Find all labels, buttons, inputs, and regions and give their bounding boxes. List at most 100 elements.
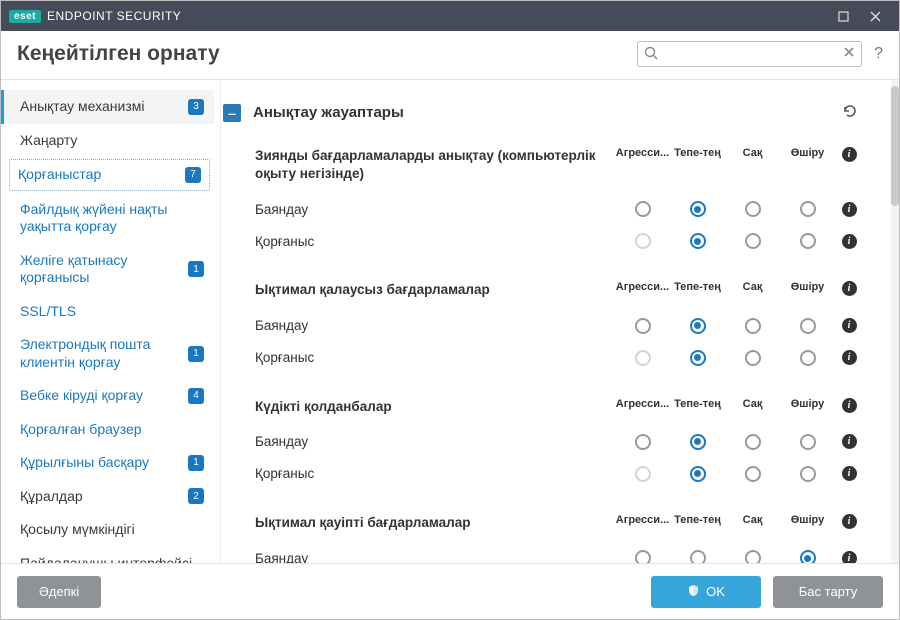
cancel-button[interactable]: Бас тарту	[773, 576, 883, 608]
info-icon[interactable]: i	[835, 514, 863, 529]
radio-option[interactable]	[690, 434, 706, 450]
radio-option[interactable]	[745, 233, 761, 249]
info-icon[interactable]: i	[835, 350, 863, 365]
sidebar-item-0[interactable]: Анықтау механизмі3	[1, 90, 214, 124]
column-head-0: Агресси...	[615, 398, 670, 410]
window-maximize-button[interactable]	[827, 1, 859, 31]
settings-group-3: Ықтимал қауіпті бағдарламаларАгресси...Т…	[221, 508, 875, 563]
radio-cell	[670, 350, 725, 366]
column-head-1: Тепе-тең	[670, 514, 725, 526]
radio-option[interactable]	[800, 233, 816, 249]
ok-button[interactable]: OK	[651, 576, 761, 608]
body: Анықтау механизмі3 Жаңарту Қорғаныстар7 Фай…	[1, 80, 899, 563]
radio-cell	[780, 434, 835, 450]
info-icon[interactable]: i	[835, 434, 863, 449]
radio-option[interactable]	[745, 318, 761, 334]
sidebar-item-3[interactable]: Файлдық жүйені нақты уақытта қорғау	[1, 193, 214, 244]
radio-option[interactable]	[635, 550, 651, 563]
radio-option[interactable]	[800, 318, 816, 334]
row-label: Баяндау	[255, 202, 615, 217]
sidebar-item-label: Файлдық жүйені нақты уақытта қорғау	[20, 201, 204, 236]
radio-option[interactable]	[800, 550, 816, 563]
sidebar-item-10[interactable]: Құралдар 2	[1, 480, 214, 514]
sidebar-badge: 2	[188, 488, 204, 504]
sidebar-item-7[interactable]: Вебке кіруді қорғау4	[1, 379, 214, 413]
radio-option[interactable]	[690, 350, 706, 366]
radio-cell	[670, 466, 725, 482]
sidebar-item-12[interactable]: Пайдаланушы интерфейсі	[1, 547, 214, 564]
titlebar: eset ENDPOINT SECURITY	[1, 1, 899, 31]
radio-cell	[725, 201, 780, 217]
vertical-scrollbar[interactable]	[891, 80, 899, 563]
undo-button[interactable]	[837, 98, 863, 127]
collapse-toggle[interactable]: –	[223, 104, 241, 122]
radio-cell	[615, 201, 670, 217]
info-icon[interactable]: i	[835, 234, 863, 249]
group-title: Ықтимал қауіпті бағдарламалар	[255, 514, 615, 532]
sidebar-item-label: Құралдар	[20, 488, 180, 506]
radio-option[interactable]	[800, 350, 816, 366]
radio-cell	[670, 233, 725, 249]
column-head-0: Агресси...	[615, 147, 670, 159]
radio-option[interactable]	[635, 318, 651, 334]
app-window: eset ENDPOINT SECURITY Кеңейтілген орнат…	[0, 0, 900, 620]
radio-option[interactable]	[745, 350, 761, 366]
content-scroll-area: – Анықтау жауаптары Зиянды бағдарламалар…	[221, 80, 891, 563]
sidebar-item-6[interactable]: Электрондық пошта клиентін қорғау1	[1, 328, 214, 379]
scrollbar-thumb[interactable]	[891, 86, 899, 206]
row-label: Қорғаныс	[255, 350, 615, 365]
column-head-0: Агресси...	[615, 281, 670, 293]
radio-option[interactable]	[745, 466, 761, 482]
radio-option[interactable]	[690, 466, 706, 482]
info-icon[interactable]: i	[835, 466, 863, 481]
radio-option	[635, 350, 651, 366]
sidebar-item-label: Жаңарту	[20, 132, 204, 150]
sidebar-badge: 1	[188, 346, 204, 362]
help-button[interactable]: ?	[874, 45, 883, 63]
info-icon[interactable]: i	[835, 318, 863, 333]
settings-row: Қорғанысi	[255, 225, 863, 257]
info-icon[interactable]: i	[835, 202, 863, 217]
product-name: ENDPOINT SECURITY	[47, 9, 181, 23]
search-clear-icon[interactable]	[842, 45, 856, 62]
brand: eset ENDPOINT SECURITY	[9, 9, 181, 23]
sidebar-item-4[interactable]: Желіге қатынасу қорғанысы1	[1, 244, 214, 295]
row-label: Қорғаныс	[255, 466, 615, 481]
default-button[interactable]: Әдепкі	[17, 576, 101, 608]
sidebar-item-2[interactable]: Қорғаныстар7	[9, 159, 210, 191]
sidebar-item-1[interactable]: Жаңарту	[1, 124, 214, 158]
sidebar-item-5[interactable]: SSL/TLS	[1, 295, 214, 329]
radio-option	[635, 466, 651, 482]
window-close-button[interactable]	[859, 1, 891, 31]
group-title: Зиянды бағдарламаларды анықтау (компьюте…	[255, 147, 615, 183]
info-icon[interactable]: i	[835, 551, 863, 563]
info-icon[interactable]: i	[835, 147, 863, 162]
radio-option[interactable]	[690, 550, 706, 563]
radio-option[interactable]	[800, 466, 816, 482]
sidebar-item-8[interactable]: Қорғалған браузер	[1, 413, 214, 447]
radio-option[interactable]	[800, 201, 816, 217]
info-icon[interactable]: i	[835, 398, 863, 413]
settings-row: Баяндау i	[255, 193, 863, 225]
radio-option[interactable]	[745, 201, 761, 217]
radio-option[interactable]	[690, 233, 706, 249]
search-input[interactable]	[637, 41, 862, 67]
radio-option[interactable]	[745, 550, 761, 563]
radio-option[interactable]	[690, 318, 706, 334]
radio-option[interactable]	[745, 434, 761, 450]
section-title: Анықтау жауаптары	[253, 104, 837, 121]
radio-option[interactable]	[690, 201, 706, 217]
group-head: Зиянды бағдарламаларды анықтау (компьюте…	[255, 141, 863, 193]
radio-option[interactable]	[635, 201, 651, 217]
sidebar-item-11[interactable]: Қосылу мүмкіндігі	[1, 513, 214, 547]
info-icon[interactable]: i	[835, 281, 863, 296]
settings-group-2: Күдікті қолданбаларАгресси...Тепе-теңСақ…	[221, 392, 875, 508]
sidebar: Анықтау механизмі3 Жаңарту Қорғаныстар7 Фай…	[1, 80, 221, 563]
radio-option[interactable]	[635, 434, 651, 450]
radio-cell	[725, 466, 780, 482]
settings-row: Баяндауi	[255, 426, 863, 458]
radio-option[interactable]	[800, 434, 816, 450]
column-head-2: Сақ	[725, 514, 780, 526]
sidebar-item-9[interactable]: Құрылғыны басқару1	[1, 446, 214, 480]
column-head-3: Өшіру	[780, 514, 835, 526]
